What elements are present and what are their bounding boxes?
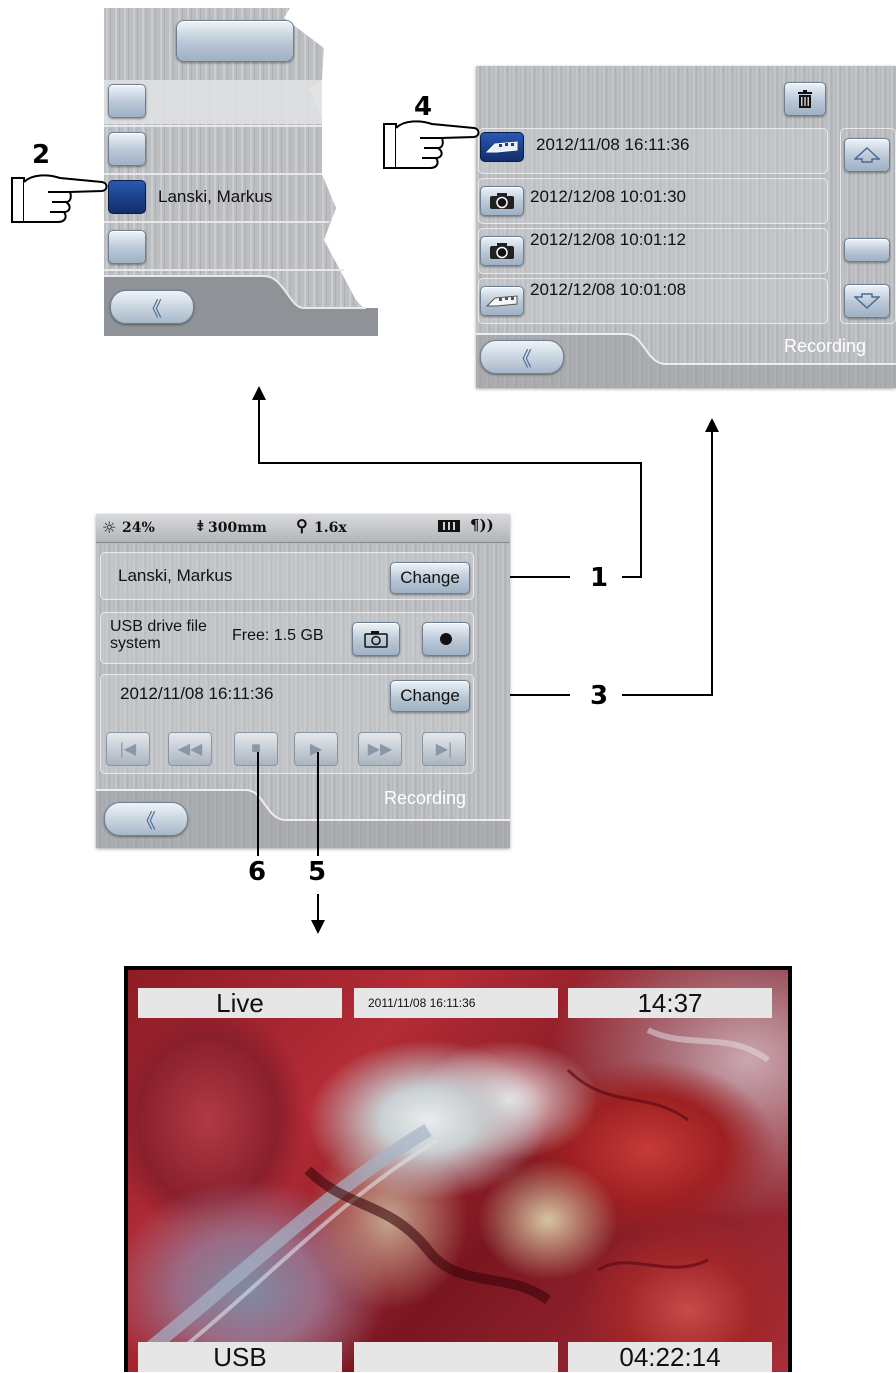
camera-icon[interactable] [480,236,524,266]
video-film-icon[interactable] [480,132,524,162]
recording-footer-label: Recording [784,336,867,356]
double-chevron-left-icon: 《 [512,348,532,371]
connector-line [257,752,259,856]
callout-6: 6 [248,857,267,887]
user-slot-button-4[interactable] [108,230,146,264]
hand-pointer-icon [11,174,108,223]
stop-icon: ■ [251,740,261,757]
user-list-panel: Lanski, Markus 《 [104,8,378,336]
video-film-icon[interactable] [480,286,524,316]
delete-button[interactable] [784,82,826,116]
skip-forward-icon: ▶| [435,741,453,758]
recording-datetime-3: 2012/12/08 10:01:12 [530,230,686,249]
battery-icon [438,520,460,532]
working-distance-icon: ⇟ [194,517,207,535]
connector-line [258,398,260,464]
light-icon: ☼ [102,518,117,537]
user-slot-button-selected[interactable] [108,180,146,214]
storage-label: USB drive file system [110,618,207,652]
back-button[interactable]: 《 [480,340,564,374]
callout-4: 4 [414,92,433,122]
snapshot-button[interactable] [352,622,400,656]
connector-line [622,694,713,696]
main-control-panel: ☼ 24% ⇟ 300mm ⚲ 1.6x ¶)) Lanski, Markus … [96,514,510,848]
zoom-level: 1.6x [314,520,347,536]
arrow-down-icon [854,293,880,309]
callout-5: 5 [308,857,327,887]
vessels-overlay [143,1027,770,1362]
live-label: Live [138,988,342,1018]
recording-datetime-2: 2012/12/08 10:01:30 [530,187,686,206]
skip-back-icon: |◀ [119,741,137,758]
rewind-button[interactable]: ◀◀ [168,732,212,766]
wireless-icon: ¶)) [470,516,494,534]
fast-forward-button[interactable]: ▶▶ [358,732,402,766]
back-button[interactable]: 《 [104,802,188,836]
scroll-down-button[interactable] [844,284,890,318]
play-icon: ▶ [309,741,323,758]
recordings-list-panel: 2012/11/08 16:11:36 2012/12/08 10:01:30 … [476,66,896,388]
user-slot-button-1[interactable] [108,84,146,118]
connector-line [640,462,642,578]
free-space: Free: 1.5 GB [232,627,324,644]
zoom-icon: ⚲ [296,516,308,535]
scroll-thumb[interactable] [844,238,890,262]
recording-footer-label: Recording [384,788,467,808]
connector-line [504,694,570,696]
clock-time: 14:37 [568,988,772,1018]
stop-button[interactable]: ■ [234,732,278,766]
callout-2: 2 [32,140,51,170]
selected-user-name: Lanski, Markus [158,187,273,206]
skip-to-start-button[interactable]: |◀ [106,732,150,766]
skip-to-end-button[interactable]: ▶| [422,732,466,766]
record-button[interactable] [422,622,470,656]
recording-datetime-4: 2012/12/08 10:01:08 [530,280,686,299]
working-distance: 300mm [208,520,267,536]
arrow-up-icon [854,147,880,163]
connector-line [317,752,319,856]
camera-icon[interactable] [480,186,524,216]
trash-icon [798,90,812,108]
rewind-icon: ◀◀ [177,741,203,758]
recording-datetime: 2012/11/08 16:11:36 [120,684,274,703]
user-slot-button-2[interactable] [108,132,146,166]
top-bar-button[interactable] [176,20,294,62]
camera-icon [364,631,388,648]
status-bar: ☼ 24% ⇟ 300mm ⚲ 1.6x ¶)) [96,514,510,543]
video-datetime: 2011/11/08 16:11:36 [354,988,558,1018]
recording-datetime-1: 2012/11/08 16:11:36 [536,135,690,154]
connector-line [317,894,319,922]
surgical-image [128,970,788,1372]
storage-target-label: USB [138,1342,342,1372]
fast-forward-icon: ▶▶ [367,741,393,758]
arrow-head-down [311,920,325,934]
connector-line [258,462,642,464]
change-user-button[interactable]: Change [390,562,470,594]
play-button[interactable]: ▶ [294,732,338,766]
double-chevron-left-icon: 《 [136,810,156,833]
back-button[interactable]: 《 [110,290,194,324]
change-recording-button[interactable]: Change [390,680,470,712]
video-view: Live 2011/11/08 16:11:36 14:37 USB 04:22… [124,966,792,1372]
callout-3: 3 [590,681,609,711]
scroll-up-button[interactable] [844,138,890,172]
recording-duration: 04:22:14 [568,1342,772,1372]
video-status-empty [354,1342,558,1372]
light-level: 24% [122,520,155,536]
user-name: Lanski, Markus [118,566,233,585]
connector-line [622,576,642,578]
callout-1: 1 [590,563,609,593]
hand-pointer-icon [383,120,480,169]
record-dot-icon [440,633,452,645]
connector-line [711,430,713,696]
double-chevron-left-icon: 《 [142,298,162,321]
